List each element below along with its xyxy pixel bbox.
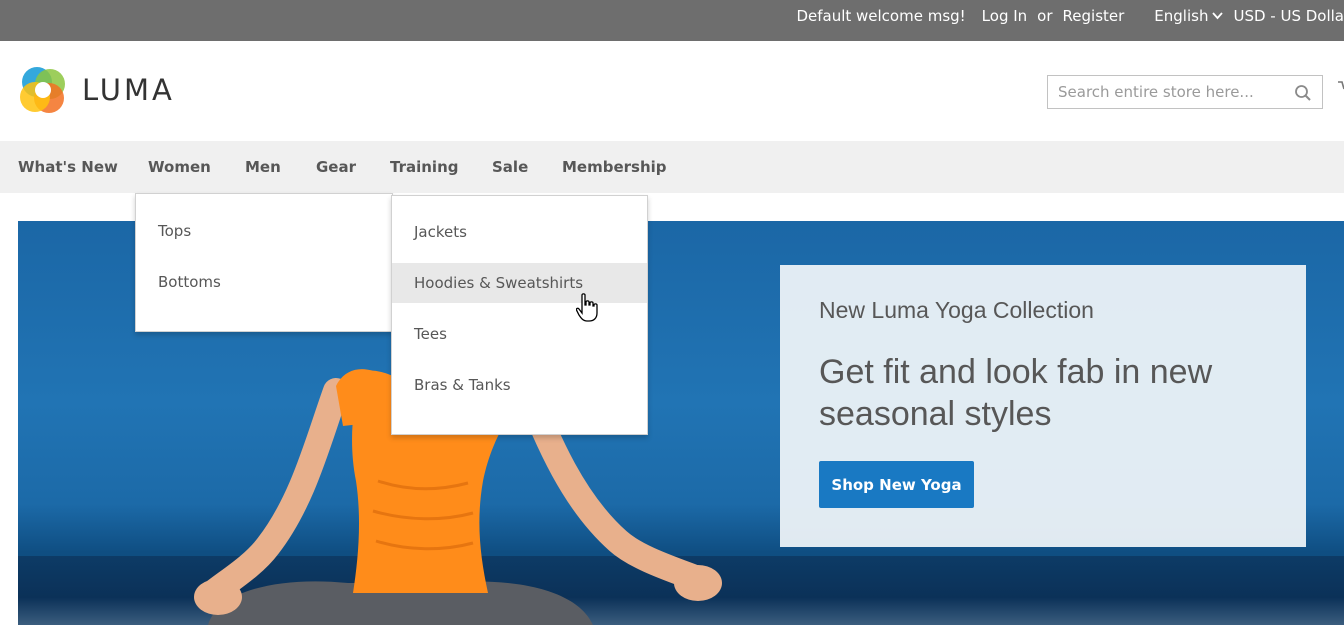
menu-item-bras-tanks[interactable]: Bras & Tanks bbox=[392, 365, 647, 405]
top-bar: Default welcome msg! Log In or Register … bbox=[0, 0, 1344, 41]
currency-switcher[interactable]: USD - US Dolla bbox=[1233, 7, 1344, 25]
logo-text: LUMA bbox=[82, 73, 175, 107]
hand-cursor-icon bbox=[576, 293, 598, 322]
promo-panel: New Luma Yoga Collection Get fit and loo… bbox=[780, 265, 1306, 547]
menu-item-tops[interactable]: Tops bbox=[136, 211, 392, 251]
main-navigation: What's New Women Men Gear Training Sale … bbox=[0, 141, 1344, 193]
language-switcher[interactable]: English bbox=[1140, 7, 1224, 25]
menu-item-hoodies-sweatshirts[interactable]: Hoodies & Sweatshirts bbox=[392, 263, 647, 303]
search-icon[interactable] bbox=[1294, 84, 1312, 102]
top-links: Default welcome msg! Log In or Register … bbox=[796, 0, 1344, 32]
promo-subtitle: New Luma Yoga Collection bbox=[819, 297, 1094, 323]
search-box bbox=[1047, 75, 1323, 109]
chevron-down-icon bbox=[1212, 12, 1224, 20]
shop-new-yoga-button[interactable]: Shop New Yoga bbox=[819, 461, 974, 508]
nav-item-training[interactable]: Training bbox=[390, 141, 458, 193]
menu-item-tees[interactable]: Tees bbox=[392, 314, 647, 354]
tops-submenu: Jackets Hoodies & Sweatshirts Tees Bras … bbox=[391, 195, 648, 435]
store-logo[interactable]: LUMA bbox=[18, 65, 175, 115]
register-link[interactable]: Register bbox=[1063, 7, 1125, 25]
menu-item-bottoms[interactable]: Bottoms bbox=[136, 262, 392, 302]
nav-item-whats-new[interactable]: What's New bbox=[18, 141, 118, 193]
welcome-message: Default welcome msg! bbox=[796, 7, 966, 25]
luma-logo-icon bbox=[20, 67, 65, 113]
women-dropdown: Tops Bottoms bbox=[135, 193, 393, 332]
cart-icon[interactable] bbox=[1338, 80, 1344, 94]
nav-item-sale[interactable]: Sale bbox=[492, 141, 528, 193]
promo-headline: Get fit and look fab in new seasonal sty… bbox=[819, 353, 1213, 433]
search-input[interactable] bbox=[1048, 76, 1288, 108]
nav-item-men[interactable]: Men bbox=[245, 141, 281, 193]
language-label: English bbox=[1154, 7, 1209, 25]
nav-item-women[interactable]: Women bbox=[148, 141, 211, 193]
menu-item-jackets[interactable]: Jackets bbox=[392, 212, 647, 252]
nav-item-gear[interactable]: Gear bbox=[316, 141, 356, 193]
or-text: or bbox=[1037, 7, 1053, 25]
nav-item-membership[interactable]: Membership bbox=[562, 141, 667, 193]
login-link[interactable]: Log In bbox=[982, 7, 1028, 25]
